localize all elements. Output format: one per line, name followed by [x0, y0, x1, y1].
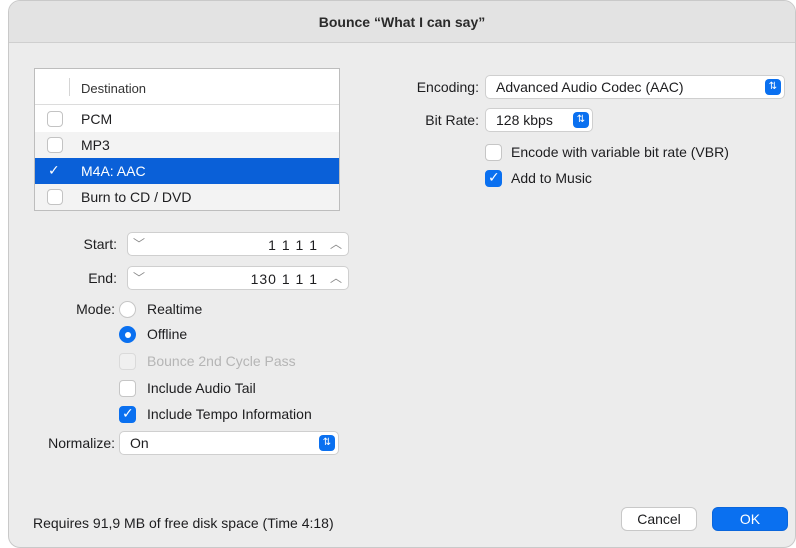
include-tempo-label: Include Tempo Information — [147, 406, 312, 422]
include-tempo-checkbox[interactable] — [119, 405, 136, 423]
destination-label-pcm: PCM — [81, 111, 113, 127]
bit-rate-value: 128 kbps — [496, 112, 553, 128]
ok-button[interactable]: OK — [712, 507, 788, 531]
destination-label-m4a-aac: M4A: AAC — [81, 163, 146, 179]
destination-label-burn-cd-dvd: Burn to CD / DVD — [81, 189, 192, 205]
mode-offline-label: Offline — [147, 326, 188, 342]
end-position-stepper[interactable]: ﹀ 130 1 1 1 ︿ — [127, 266, 349, 290]
destination-checkbox-m4a-aac[interactable]: ✓ — [47, 162, 63, 179]
mode-realtime-label: Realtime — [147, 301, 203, 317]
disk-space-status: Requires 91,9 MB of free disk space (Tim… — [33, 515, 334, 531]
mode-label: Mode: — [76, 301, 115, 317]
destination-row-m4a-aac[interactable]: ✓ M4A: AAC — [35, 158, 339, 184]
bit-rate-popup[interactable]: 128 kbps ⇅ — [485, 108, 593, 132]
encoding-label: Encoding: — [416, 79, 479, 95]
popup-arrows-icon: ⇅ — [765, 79, 781, 95]
destination-row-pcm[interactable]: PCM — [35, 106, 339, 132]
destination-checkbox-pcm[interactable] — [47, 111, 63, 127]
add-to-music-label: Add to Music — [511, 170, 592, 186]
destination-checkbox-mp3[interactable] — [47, 137, 63, 153]
bit-rate-label: Bit Rate: — [425, 112, 479, 128]
vbr-label: Encode with variable bit rate (VBR) — [511, 144, 729, 160]
chevron-up-icon[interactable]: ︿ — [330, 235, 342, 252]
start-position-stepper[interactable]: ﹀ 1 1 1 1 ︿ — [127, 232, 349, 256]
add-to-music-checkbox[interactable] — [485, 169, 502, 187]
dialog-title: Bounce “What I can say” — [318, 14, 486, 30]
encoding-popup[interactable]: Advanced Audio Codec (AAC) ⇅ — [485, 75, 785, 99]
start-position-value[interactable]: 1 1 1 1 — [268, 237, 318, 253]
normalize-value: On — [130, 435, 149, 451]
destination-row-burn-cd-dvd[interactable]: Burn to CD / DVD — [35, 184, 339, 210]
bounce-2nd-cycle-checkbox — [119, 353, 136, 370]
normalize-label: Normalize: — [48, 435, 115, 451]
bounce-2nd-cycle-label: Bounce 2nd Cycle Pass — [147, 353, 296, 369]
popup-arrows-icon: ⇅ — [573, 112, 589, 128]
cancel-button[interactable]: Cancel — [621, 507, 697, 531]
mode-offline-radio[interactable] — [119, 326, 136, 343]
chevron-down-icon[interactable]: ﹀ — [133, 235, 145, 252]
destination-label-mp3: MP3 — [81, 137, 110, 153]
include-audio-tail-checkbox[interactable] — [119, 380, 136, 397]
include-audio-tail-label: Include Audio Tail — [147, 380, 256, 396]
bounce-dialog: Bounce “What I can say” Destination PCM … — [8, 0, 796, 548]
header-separator — [69, 78, 70, 96]
checkmark-icon: ✓ — [48, 162, 60, 178]
normalize-popup[interactable]: On ⇅ — [119, 431, 339, 455]
chevron-up-icon[interactable]: ︿ — [330, 269, 342, 286]
encoding-value: Advanced Audio Codec (AAC) — [496, 79, 684, 95]
destination-header: Destination — [35, 69, 339, 105]
chevron-down-icon[interactable]: ﹀ — [133, 269, 145, 286]
title-bar: Bounce “What I can say” — [9, 1, 795, 43]
end-position-value[interactable]: 130 1 1 1 — [251, 271, 318, 287]
end-label: End: — [88, 270, 117, 286]
start-label: Start: — [83, 236, 117, 252]
destination-checkbox-burn-cd-dvd[interactable] — [47, 189, 63, 205]
destination-header-label: Destination — [81, 81, 147, 96]
destination-list[interactable]: Destination PCM MP3 ✓ M4A: AAC Burn to C… — [34, 68, 340, 211]
destination-row-mp3[interactable]: MP3 — [35, 132, 339, 158]
vbr-checkbox[interactable] — [485, 144, 502, 161]
popup-arrows-icon: ⇅ — [319, 435, 335, 451]
mode-realtime-radio[interactable] — [119, 301, 136, 318]
